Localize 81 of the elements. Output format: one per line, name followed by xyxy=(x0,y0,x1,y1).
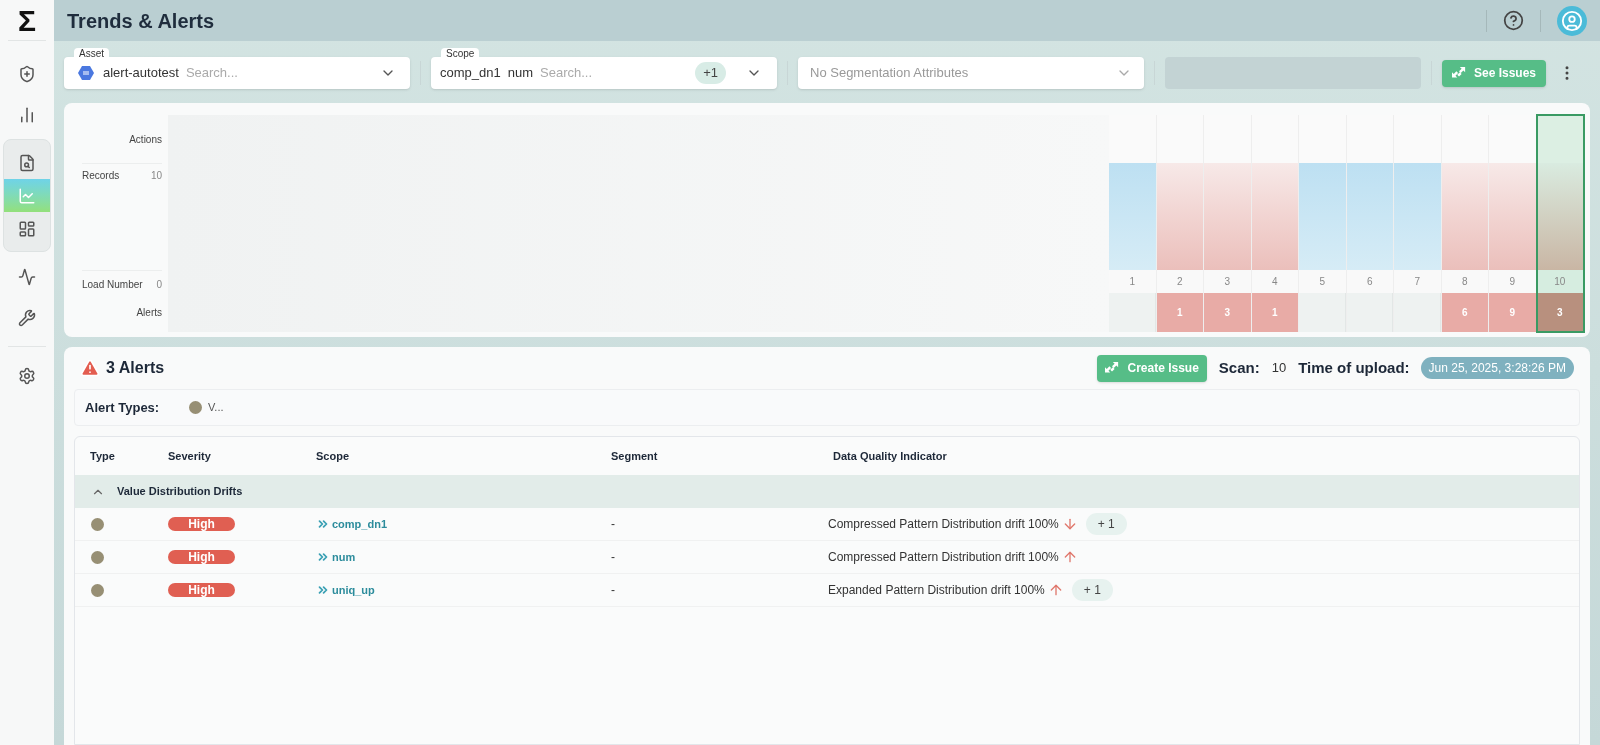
double-chevron-icon xyxy=(316,583,330,597)
load-column[interactable]: 6 xyxy=(1346,115,1394,332)
type-label[interactable]: V... xyxy=(208,399,224,416)
group-label: Value Distribution Drifts xyxy=(117,484,243,500)
scan-label: Scan: xyxy=(1218,357,1260,378)
row-label: Alerts xyxy=(136,306,162,320)
column-header: Data Quality Indicator xyxy=(833,448,948,464)
severity-badge: High xyxy=(168,583,235,597)
alert-count-cell: 3 xyxy=(1536,293,1583,332)
alert-count-cell: 6 xyxy=(1441,293,1488,332)
severity-badge: High xyxy=(168,517,235,531)
indicator-text: Compressed Pattern Distribution drift 100% xyxy=(828,549,1059,566)
alert-types-label: Alert Types: xyxy=(85,398,161,417)
load-column[interactable]: 10 3 xyxy=(1536,115,1584,332)
row-value: 0 xyxy=(156,277,162,292)
column-header: Severity xyxy=(168,448,212,464)
alert-count-cell: 1 xyxy=(1156,293,1203,332)
see-issues-button[interactable]: See Issues xyxy=(1442,59,1547,87)
row-value: 10 xyxy=(150,169,162,183)
alert-count-cell: 1 xyxy=(1251,293,1298,332)
double-chevron-icon xyxy=(316,517,330,531)
load-column[interactable]: 8 6 xyxy=(1441,115,1489,332)
upload-label: Time of upload: xyxy=(1298,357,1410,378)
load-column[interactable]: 9 9 xyxy=(1489,115,1537,332)
alert-count-cell: 3 xyxy=(1204,293,1251,332)
logo: Σ xyxy=(18,2,36,39)
create-issue-button[interactable]: Create Issue xyxy=(1097,354,1207,382)
issue-icon xyxy=(1452,66,1466,80)
search-placeholder: Search... xyxy=(540,64,594,83)
scope-value: comp_dn1 xyxy=(440,64,501,83)
document-search-icon xyxy=(18,153,36,172)
load-column[interactable]: 1 xyxy=(1109,115,1157,332)
highlight-cell xyxy=(1536,115,1583,163)
load-column[interactable]: 2 1 xyxy=(1156,115,1204,332)
scope-select[interactable]: comp_dn1 num Search... +1 xyxy=(431,57,777,89)
scope-value: num xyxy=(507,64,533,83)
column-header: Scope xyxy=(316,448,350,464)
wrench-icon xyxy=(18,308,36,327)
asset-value: alert-autotest xyxy=(103,64,179,83)
load-column[interactable]: 5 xyxy=(1299,115,1347,332)
severity-badge: High xyxy=(168,550,235,564)
segmentation-select[interactable]: No Segmentation Attributes xyxy=(798,57,1144,89)
more-badge[interactable]: + 1 xyxy=(1071,579,1113,601)
line-chart-icon xyxy=(18,186,36,205)
help-icon[interactable] xyxy=(1503,10,1524,31)
row-label: Actions xyxy=(129,132,162,147)
scope-link[interactable]: uniq_up xyxy=(316,581,611,599)
load-column[interactable]: 7 xyxy=(1394,115,1442,332)
more-badge[interactable]: + 1 xyxy=(1085,513,1127,535)
database-icon xyxy=(78,65,94,81)
settings-icon xyxy=(18,366,36,385)
scope-link[interactable]: comp_dn1 xyxy=(316,515,611,533)
bar-chart-icon xyxy=(18,105,36,124)
issue-icon xyxy=(1105,361,1120,375)
segmentation-placeholder: No Segmentation Attributes xyxy=(810,64,970,83)
shield-plus-icon xyxy=(18,64,36,83)
dashboard-icon xyxy=(18,219,36,238)
column-header: Segment xyxy=(611,448,659,464)
page-title: Trends & Alerts xyxy=(67,8,216,34)
row-label: Records xyxy=(82,169,120,183)
pulse-icon xyxy=(18,267,36,286)
load-number: 10 xyxy=(1536,270,1583,293)
row-label: Load Number xyxy=(82,277,143,292)
double-chevron-icon xyxy=(316,550,330,564)
scope-link[interactable]: num xyxy=(316,548,611,566)
group-row[interactable]: Value Distribution Drifts xyxy=(75,475,1579,508)
search-placeholder: Search... xyxy=(185,64,239,83)
load-column[interactable]: 4 1 xyxy=(1251,115,1299,332)
column-header: Type xyxy=(90,448,116,464)
indicator-text: Expanded Pattern Distribution drift 100% xyxy=(828,582,1045,599)
load-column[interactable]: 3 3 xyxy=(1204,115,1252,332)
indicator-text: Compressed Pattern Distribution drift 100% xyxy=(828,516,1059,533)
field-label: Asset xyxy=(74,48,109,60)
alert-count-cell: 9 xyxy=(1489,293,1536,332)
upload-time: Jun 25, 2025, 3:28:26 PM xyxy=(1420,357,1574,379)
alerts-title: 3 Alerts xyxy=(106,358,166,378)
scan-value: 10 xyxy=(1271,359,1287,378)
field-label: Scope xyxy=(441,48,480,60)
asset-select[interactable]: alert-autotest Search... xyxy=(64,57,410,89)
more-count: +1 xyxy=(695,62,726,84)
warning-icon xyxy=(80,358,100,378)
